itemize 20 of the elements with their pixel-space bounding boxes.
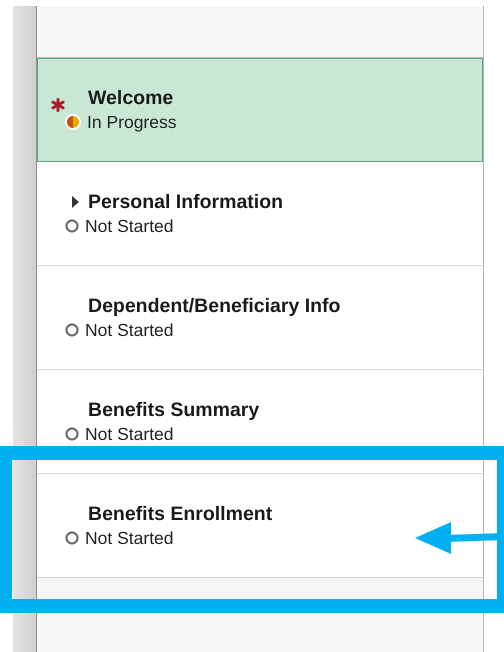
step-status: Not Started bbox=[85, 528, 174, 548]
step-status: Not Started bbox=[85, 424, 174, 444]
step-item[interactable]: Welcome In Progress bbox=[37, 58, 483, 162]
caret-right-icon[interactable] bbox=[71, 195, 80, 209]
empty-circle-icon bbox=[64, 426, 80, 442]
step-title: Personal Information bbox=[88, 190, 284, 214]
step-status: Not Started bbox=[85, 320, 174, 340]
step-status: In Progress bbox=[87, 112, 176, 132]
step-title: Welcome bbox=[88, 86, 174, 110]
step-title: Benefits Enrollment bbox=[88, 502, 272, 526]
empty-circle-icon bbox=[64, 530, 80, 546]
empty-circle-icon bbox=[64, 218, 80, 234]
step-title: Dependent/Beneficiary Info bbox=[88, 294, 340, 318]
step-title: Benefits Summary bbox=[88, 398, 260, 422]
step-item[interactable]: Benefits Enrollment Not Started bbox=[37, 474, 483, 578]
half-filled-circle-icon bbox=[64, 113, 82, 131]
step-item[interactable]: Dependent/Beneficiary Info Not Started bbox=[37, 266, 483, 370]
step-status: Not Started bbox=[85, 216, 174, 236]
step-item[interactable]: Personal Information Not Started bbox=[37, 162, 483, 266]
empty-circle-icon bbox=[64, 322, 80, 338]
